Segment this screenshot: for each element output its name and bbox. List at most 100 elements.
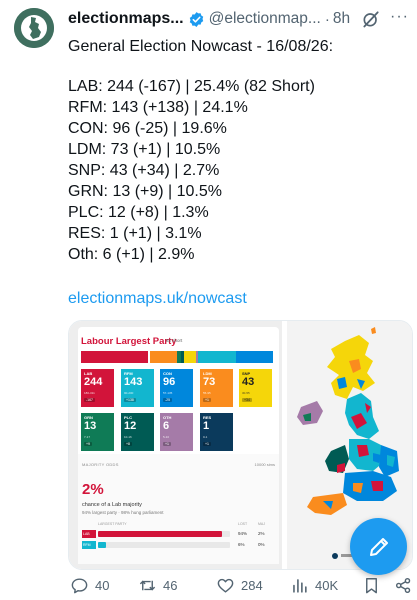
party-range: 180-311 xyxy=(84,391,95,395)
party-change: -167 xyxy=(84,398,96,402)
party-tile-lab: LAB 244 180-311 -167 xyxy=(81,369,114,407)
party-tile-oth: OTH 6 5-10 +1 xyxy=(160,413,193,451)
reply-icon xyxy=(71,577,88,593)
result-line: RFM: 143 (+138) | 24.1% xyxy=(68,99,248,116)
compose-button[interactable] xyxy=(350,518,407,575)
majority-odds-sims: 10000 sims xyxy=(254,462,275,467)
party-seats: 6 xyxy=(163,420,170,432)
table-header-lost: LOST xyxy=(238,522,248,526)
row-value-majority: 2% xyxy=(258,531,265,536)
party-change: +1 xyxy=(163,442,171,446)
seat-bar-rfm xyxy=(198,351,236,363)
result-line: Oth: 6 (+1) | 2.9% xyxy=(68,246,195,263)
party-range: 10-16 xyxy=(124,435,132,439)
party-range: 55-95 xyxy=(203,391,211,395)
timestamp[interactable]: 8h xyxy=(333,10,350,28)
like-count: 284 xyxy=(241,577,263,593)
party-change: +8 xyxy=(124,442,132,446)
seat-bar-con xyxy=(236,351,273,363)
verified-badge-icon xyxy=(189,11,203,27)
grok-icon[interactable] xyxy=(361,9,381,29)
views-button[interactable]: 40K xyxy=(290,574,338,596)
views-icon xyxy=(293,578,307,593)
party-seats: 96 xyxy=(163,376,176,388)
table-header-maj: MAJ xyxy=(258,522,265,526)
majority-odds-panel: MAJORITY ODDS 10000 sims 2% chance of a … xyxy=(78,454,279,564)
result-line: CON: 96 (-25) | 19.6% xyxy=(68,120,227,137)
party-change: +1 xyxy=(203,442,211,446)
party-tile-rfm: RFM 143 90-200 +138 xyxy=(121,369,154,407)
repost-button[interactable]: 46 xyxy=(138,574,177,596)
share-button[interactable] xyxy=(394,574,413,596)
nowcast-card-image[interactable]: Labour Largest Party 82 short LAB 244 18… xyxy=(69,321,282,569)
post: electionmaps... @electionmap... · 8h ···… xyxy=(0,0,417,600)
row-fill xyxy=(98,531,223,537)
majority-detail: 94% largest party · 98% hung parliament xyxy=(82,510,164,515)
party-tile-snp: SNP 43 30-55 +34 xyxy=(239,369,272,407)
avatar[interactable] xyxy=(14,8,54,48)
party-seats: 73 xyxy=(203,376,216,388)
party-change: +138 xyxy=(124,398,136,402)
party-seats: 143 xyxy=(124,376,143,388)
display-name[interactable]: electionmaps... xyxy=(68,10,184,28)
table-header-party: LARGEST PARTY xyxy=(98,522,127,526)
repost-count: 46 xyxy=(163,577,178,593)
post-header: electionmaps... @electionmap... · 8h ··· xyxy=(68,8,408,30)
majority-caption: chance of a Lab majority xyxy=(82,502,142,508)
electionmaps-logo-icon xyxy=(14,8,54,48)
row-fill xyxy=(98,542,106,548)
party-range: 57-135 xyxy=(163,391,173,395)
row-party-tag: LAB xyxy=(82,530,96,538)
party-tile-con: CON 96 57-135 -25 xyxy=(160,369,193,407)
seat-bar-lab xyxy=(81,351,148,363)
compose-icon xyxy=(369,537,388,556)
party-seats: 43 xyxy=(242,376,255,388)
party-seats: 12 xyxy=(124,420,137,432)
majority-percent: 2% xyxy=(82,481,104,498)
seat-bar xyxy=(81,351,273,363)
seat-bar-ldm xyxy=(150,351,177,363)
row-party-tag: RFM xyxy=(82,541,96,549)
row-value-majority: 0% xyxy=(258,542,265,547)
party-change: -25 xyxy=(163,398,173,402)
like-button[interactable]: 284 xyxy=(216,574,263,596)
more-options-icon[interactable]: ··· xyxy=(390,8,409,26)
bookmark-icon xyxy=(366,577,377,593)
reply-button[interactable]: 40 xyxy=(70,574,109,596)
heart-icon xyxy=(217,578,234,593)
row-track xyxy=(98,542,230,548)
result-line: LDM: 73 (+1) | 10.5% xyxy=(68,141,221,158)
card-subtitle: 82 short xyxy=(166,338,183,343)
result-line: LAB: 244 (-167) | 25.4% (82 Short) xyxy=(68,78,315,95)
view-count: 40K xyxy=(315,577,339,593)
party-range: 7-17 xyxy=(84,435,91,439)
majority-odds-label: MAJORITY ODDS xyxy=(82,462,119,467)
party-tile-grn: GRN 13 7-17 +9 xyxy=(81,413,114,451)
reply-count: 40 xyxy=(95,577,110,593)
bookmark-button[interactable] xyxy=(362,574,381,596)
party-range: 90-200 xyxy=(124,391,134,395)
table-row: LAB 94% 2% xyxy=(82,530,275,539)
party-range: 30-55 xyxy=(242,391,250,395)
party-change: +1 xyxy=(203,398,211,402)
result-line: GRN: 13 (+9) | 10.5% xyxy=(68,183,222,200)
row-value-largest: 94% xyxy=(238,531,248,536)
handle[interactable]: @electionmap... xyxy=(209,10,321,28)
row-track xyxy=(98,531,230,537)
party-change: +34 xyxy=(242,398,252,402)
share-icon xyxy=(395,577,411,593)
party-change: +9 xyxy=(84,442,92,446)
action-bar: 40 46 284 40K xyxy=(68,574,417,598)
row-value-largest: 6% xyxy=(238,542,245,547)
nowcast-link[interactable]: electionmaps.uk/nowcast xyxy=(68,288,247,309)
post-headline: General Election Nowcast - 16/08/26: xyxy=(68,38,334,55)
party-seats: 244 xyxy=(84,376,103,388)
separator-dot: · xyxy=(324,10,330,28)
party-range: 0-1 xyxy=(203,435,208,439)
party-seats: 13 xyxy=(84,420,97,432)
party-tile-ldm: LDM 73 55-95 +1 xyxy=(200,369,233,407)
repost-icon xyxy=(139,580,156,590)
result-line: PLC: 12 (+8) | 1.3% xyxy=(68,204,209,221)
seat-bar-snp xyxy=(184,351,196,363)
table-row: RFM 6% 0% xyxy=(82,541,275,550)
